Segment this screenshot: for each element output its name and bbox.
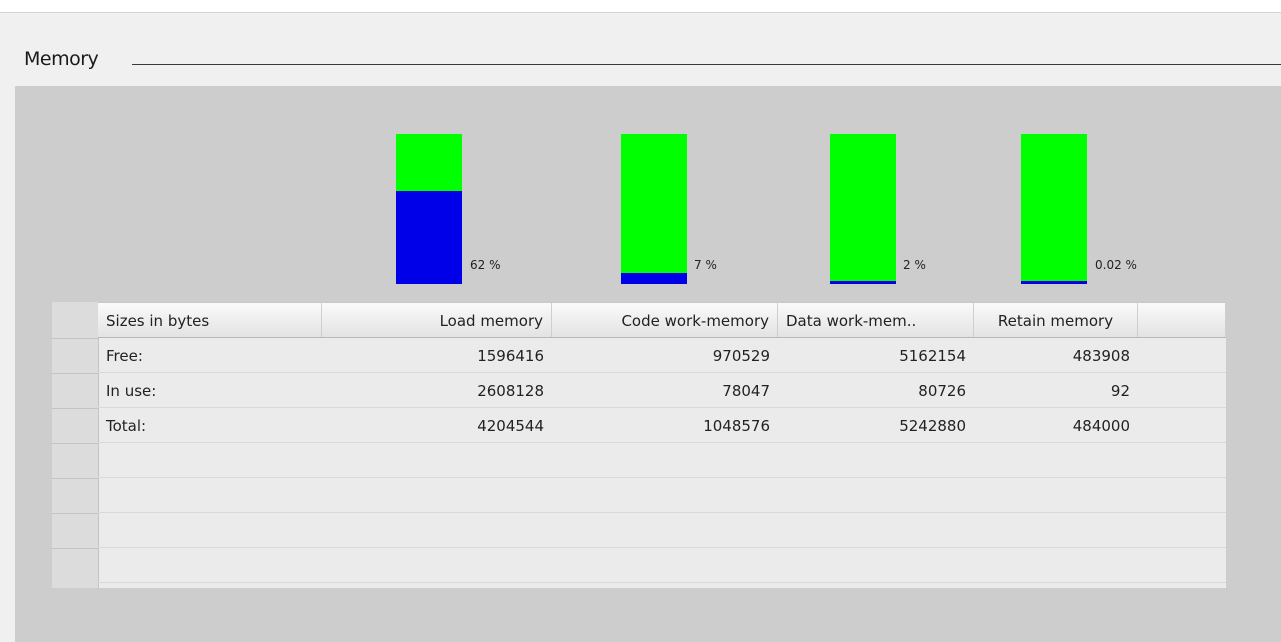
load-memory-cell: 1596416 [477, 347, 544, 365]
header-data-work-memory[interactable]: Data work-mem.. [778, 303, 974, 337]
retain-memory-cell: 484000 [1072, 417, 1130, 435]
row-label: In use: [106, 382, 157, 400]
table-row[interactable]: Total: 4204544 1048576 5242880 484000 [98, 408, 1226, 443]
code-work-memory-cell: 78047 [722, 382, 770, 400]
code-work-memory-cell: 970529 [712, 347, 770, 365]
data-work-memory-used-fill [830, 281, 896, 284]
code-work-memory-used-fill [621, 273, 687, 284]
section-title: Memory [24, 48, 99, 70]
memory-section-header: Memory [0, 42, 1281, 82]
header-retain-memory[interactable]: Retain memory [974, 303, 1138, 337]
retain-memory-gauge [1021, 134, 1087, 284]
table-row[interactable]: In use: 2608128 78047 80726 92 [98, 373, 1226, 408]
data-work-memory-cell: 5242880 [899, 417, 966, 435]
load-memory-cell: 4204544 [477, 417, 544, 435]
code-work-memory-cell: 1048576 [703, 417, 770, 435]
data-work-memory-cell: 80726 [918, 382, 966, 400]
data-work-memory-percent: 2 % [903, 258, 926, 272]
load-memory-percent: 62 % [470, 258, 501, 272]
load-memory-gauge [396, 134, 462, 284]
header-sizes-in-bytes[interactable]: Sizes in bytes [98, 303, 322, 337]
retain-memory-cell: 92 [1110, 382, 1130, 400]
section-divider [132, 64, 1281, 65]
empty-table-row[interactable] [98, 443, 1226, 478]
data-work-memory-gauge [830, 134, 896, 284]
row-label: Total: [106, 417, 147, 435]
code-work-memory-percent: 7 % [694, 258, 717, 272]
load-memory-used-fill [396, 191, 462, 284]
empty-table-row[interactable] [98, 548, 1226, 583]
table-header: Sizes in bytes Load memory Code work-mem… [98, 302, 1226, 338]
data-work-memory-cell: 5162154 [899, 347, 966, 365]
memory-table: Sizes in bytes Load memory Code work-mem… [52, 302, 1226, 588]
row-header-divider [52, 443, 98, 444]
retain-memory-cell: 483908 [1072, 347, 1130, 365]
header-load-memory[interactable]: Load memory [322, 303, 552, 337]
row-header-column [52, 302, 99, 588]
row-header-divider [52, 338, 98, 339]
empty-table-row[interactable] [98, 513, 1226, 548]
empty-table-row[interactable] [98, 478, 1226, 513]
window-top-border [0, 0, 1281, 13]
row-header-divider [52, 373, 98, 374]
header-filler [1138, 303, 1226, 337]
header-code-work-memory[interactable]: Code work-memory [552, 303, 778, 337]
table-row[interactable]: Free: 1596416 970529 5162154 483908 [98, 338, 1226, 373]
row-header-divider [52, 513, 98, 514]
row-header-divider [52, 548, 98, 549]
row-header-divider [52, 478, 98, 479]
retain-memory-percent: 0.02 % [1095, 258, 1137, 272]
row-header-divider [52, 408, 98, 409]
code-work-memory-gauge [621, 134, 687, 284]
load-memory-cell: 2608128 [477, 382, 544, 400]
row-label: Free: [106, 347, 143, 365]
retain-memory-used-fill [1021, 281, 1087, 284]
